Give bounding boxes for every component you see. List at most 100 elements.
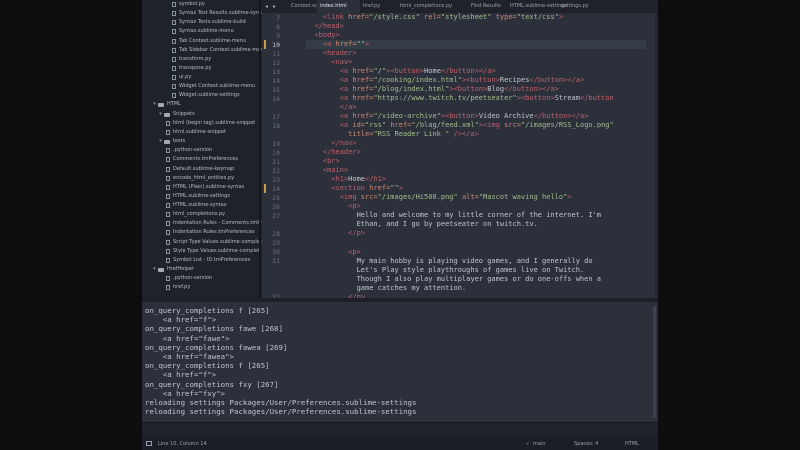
code-line: <img src="/images/Hi500.png" alt="Mascot… — [306, 193, 572, 202]
code-line: <header> — [306, 49, 357, 58]
code-area[interactable]: <link href="/style.css" rel="stylesheet"… — [306, 13, 646, 298]
console-input[interactable] — [142, 422, 658, 438]
panel-toggle-icon[interactable] — [146, 441, 152, 446]
disclosure-arrow-icon[interactable]: ▾ — [152, 265, 157, 274]
sidebar-file[interactable]: Comments.tmPreferences — [142, 155, 238, 164]
tab-prev-icon[interactable]: ◂ — [265, 0, 268, 13]
code-line: game catches my attention. — [306, 283, 467, 293]
console-line: on_query_completions fxy [267] — [145, 379, 279, 389]
code-token: "/images/Hi500.png" — [377, 193, 462, 202]
file-icon — [166, 176, 170, 181]
sidebar-folder[interactable]: ▾ HrefHelper — [142, 265, 194, 274]
tab-next-icon[interactable]: ▸ — [273, 0, 276, 13]
code-token: </header> — [322, 148, 361, 157]
sidebar-file[interactable]: .python-version — [142, 146, 212, 155]
file-icon — [172, 20, 176, 25]
file-icon — [166, 230, 170, 235]
sidebar-file[interactable]: HTML (Plain).sublime-syntax — [142, 183, 244, 192]
sidebar-file[interactable]: Syntax Tests.sublime-build — [142, 18, 246, 27]
tab-5[interactable]: HTML.sublime-settings — [507, 0, 567, 13]
sidebar-file[interactable]: Symbol List - ID.tmPreferences — [142, 256, 250, 265]
sidebar-item-label: href.py — [173, 284, 191, 290]
sidebar-file[interactable]: symbol.py — [142, 0, 205, 9]
sidebar-file[interactable]: HTML.sublime-syntax — [142, 201, 227, 210]
code-token: ><button> — [516, 94, 555, 103]
code-token: href= — [335, 40, 357, 49]
line-number: 27 — [272, 211, 280, 220]
code-token: Home — [348, 175, 366, 184]
line-number: 11 — [272, 49, 280, 58]
sidebar-item-label: Syntax Test Results.sublime-syntax — [179, 10, 262, 16]
code-line: </a> — [306, 103, 357, 112]
sidebar-file[interactable]: Style Type Values.sublime-completi — [142, 247, 261, 256]
sidebar-file[interactable]: html.sublime-snippet — [142, 128, 226, 137]
sidebar-file[interactable]: Syntax.sublime-menu — [142, 27, 234, 36]
sidebar-file[interactable]: Widget.sublime-settings — [142, 91, 240, 100]
sidebar-folder[interactable]: ▾ Snippets — [142, 110, 195, 119]
line-number: 21 — [272, 157, 280, 166]
line-number: 29 — [272, 239, 280, 247]
sidebar-folder[interactable]: ▾ HTML — [142, 100, 181, 109]
syntax-selector[interactable]: HTML — [625, 438, 639, 450]
editor-scrollbar[interactable] — [655, 13, 658, 298]
sidebar-file[interactable]: ui.py — [142, 73, 191, 82]
code-token: game catches my attention. — [306, 283, 467, 292]
tab-3[interactable]: html_completions.py — [397, 0, 468, 13]
console-line: <a href="fxy"> — [145, 388, 226, 398]
sidebar-file[interactable]: .python-version — [142, 274, 212, 283]
sidebar-file[interactable]: Widget Context.sublime-menu — [142, 82, 255, 91]
sidebar-item-label: Syntax Tests.sublime-build — [179, 19, 246, 25]
sidebar-file[interactable]: Tab Context.sublime-menu — [142, 37, 246, 46]
disclosure-arrow-icon[interactable]: ▾ — [158, 137, 163, 146]
code-token: title= — [348, 130, 374, 139]
sidebar-file[interactable]: Syntax Test Results.sublime-syntax — [142, 9, 262, 18]
disclosure-arrow-icon[interactable]: ▾ — [158, 110, 163, 119]
indentation-setting[interactable]: Spaces: 4 — [574, 438, 598, 450]
sidebar-file[interactable]: Script Type Values.sublime-complet — [142, 238, 262, 247]
sidebar-file[interactable]: href.py — [142, 283, 190, 292]
code-token: "" — [356, 40, 366, 49]
sidebar-scrollbar[interactable] — [259, 0, 261, 298]
console-line: <a href="f"> — [145, 315, 217, 325]
code-token: "/blag/feed.xml" — [411, 121, 479, 130]
sidebar-file[interactable]: transform.py — [142, 55, 211, 64]
code-token: <br> — [322, 157, 340, 166]
sidebar-file[interactable]: html (begin tag).sublime-snippet — [142, 119, 255, 128]
sidebar-file[interactable]: Default.sublime-keymap — [142, 165, 234, 174]
console-scrollbar[interactable] — [653, 306, 656, 418]
sidebar-file[interactable]: Indentation Rules - Comments.tmPr — [142, 219, 262, 228]
sidebar-file[interactable]: Tab Sidebar Context.sublime-menu — [142, 46, 262, 55]
code-line: Hello and welcome to my little corner of… — [306, 211, 601, 220]
line-number: 15 — [272, 85, 280, 94]
file-icon — [172, 93, 176, 98]
sidebar-file[interactable]: Indentation Rules.tmPreferences — [142, 228, 255, 237]
tab-6[interactable]: settings.py — [558, 0, 594, 13]
sidebar-file[interactable]: HTML.sublime-settings — [142, 192, 230, 201]
sidebar-folder[interactable]: ▾ tests — [142, 137, 185, 146]
sidebar-item-label: transpose.py — [179, 65, 212, 71]
code-token: src= — [360, 193, 378, 202]
file-icon — [166, 157, 170, 162]
sublime-window: symbol.py Syntax Test Results.sublime-syn… — [142, 0, 658, 450]
sidebar-item-label: Widget.sublime-settings — [179, 92, 240, 98]
git-branch[interactable]: main — [533, 438, 546, 450]
sidebar-file[interactable]: transpose.py — [142, 64, 212, 73]
tab-2[interactable]: href.py — [360, 0, 397, 13]
disclosure-arrow-icon[interactable]: ▾ — [152, 100, 157, 109]
sidebar-file[interactable]: html_completions.py — [142, 210, 225, 219]
sidebar-file[interactable]: encode_html_entities.py — [142, 174, 234, 183]
tab-1[interactable]: index.html — [317, 0, 360, 13]
code-line: Ethan, and I go by peetseater on twitch.… — [306, 220, 538, 229]
console-line: <a href="fawe"> — [145, 333, 230, 343]
tab-0[interactable]: Context.sub — [288, 0, 321, 13]
code-token: href= — [352, 67, 374, 76]
code-token: type= — [495, 13, 517, 21]
tab-4[interactable]: Find Results — [468, 0, 507, 13]
file-icon — [166, 249, 170, 254]
code-line: <br> — [306, 157, 340, 166]
